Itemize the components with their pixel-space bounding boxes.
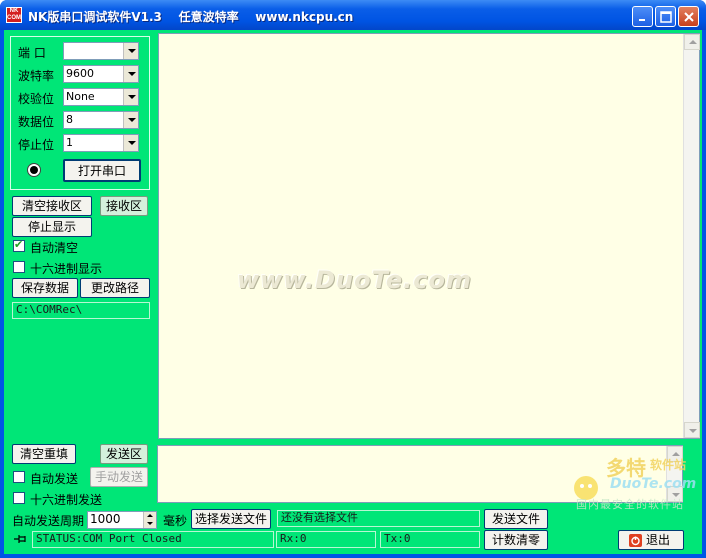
change-path-button[interactable]: 更改路径 [80,278,150,298]
brand-logo: 多特 软件站 DuoTe.com 国内最安全的软件站 [572,452,698,511]
maximize-button[interactable] [655,6,676,27]
reset-count-button[interactable]: 计数清零 [484,530,548,550]
stopbits-select[interactable]: 1 [63,134,139,152]
manual-send-button[interactable]: 手动发送 [90,467,148,487]
brand-slogan: 国内最安全的软件站 [576,498,684,511]
chevron-down-icon[interactable] [123,112,138,128]
auto-send-checkbox[interactable] [13,471,25,483]
stop-display-button[interactable]: 停止显示 [12,217,92,237]
parity-select[interactable]: None [63,88,139,106]
clear-receive-button[interactable]: 清空接收区 [12,196,92,216]
hex-display-checkbox[interactable] [13,261,25,273]
chevron-down-icon[interactable] [123,89,138,105]
chevron-down-icon[interactable] [123,66,138,82]
hex-send-checkbox[interactable] [13,492,25,504]
databits-select[interactable]: 8 [63,111,139,129]
receive-area-label: 接收区 [100,196,148,216]
ms-label: 毫秒 [163,514,188,528]
auto-clear-checkbox[interactable] [13,238,25,252]
save-data-button[interactable]: 保存数据 [12,278,78,298]
scroll-down-icon[interactable] [684,422,700,438]
chevron-down-icon[interactable] [123,135,138,151]
close-icon [684,12,694,22]
databits-label: 数据位 [18,115,55,129]
open-port-button[interactable]: 打开串口 [63,159,141,182]
clear-send-button[interactable]: 清空重填 [12,444,76,464]
brand-suffix: 软件站 [650,458,687,472]
file-status-field: 还没有选择文件 [277,510,480,527]
pin-icon [14,535,26,543]
exit-label: 退出 [645,533,670,547]
period-spinbox[interactable]: 1000 [87,511,157,529]
minimize-button[interactable] [632,6,653,27]
auto-clear-label: 自动清空 [30,241,79,255]
send-file-button[interactable]: 发送文件 [484,509,548,529]
brand-url: DuoTe.com [610,476,697,492]
port-label: 端 口 [18,46,46,60]
period-label: 自动发送周期 [12,514,85,528]
tx-counter: Tx:0 [380,531,480,548]
app-window: NK COM NK版串口调试软件V1.3 任意波特率 www.nkcpu.cn … [0,0,706,558]
port-status-indicator-icon [27,163,41,177]
hex-display-label: 十六进制显示 [30,262,103,276]
stopbits-label: 停止位 [18,138,55,152]
port-status-field: STATUS:COM Port Closed [32,531,274,548]
exit-button[interactable]: 退出 [618,530,684,550]
app-icon: NK COM [6,7,22,23]
port-select[interactable] [63,42,139,60]
parity-label: 校验位 [18,92,55,106]
baud-select[interactable]: 9600 [63,65,139,83]
hex-send-label: 十六进制发送 [30,493,103,507]
title-bar[interactable]: NK COM NK版串口调试软件V1.3 任意波特率 www.nkcpu.cn [0,0,706,30]
port-settings-panel: 端 口 波特率 9600 校验位 None 数据位 8 停止位 1 打开串口 [10,36,150,190]
watermark: www.DuoTe.com [237,266,472,294]
receive-scrollbar[interactable] [683,34,700,438]
send-area-label: 发送区 [100,444,148,464]
power-icon [629,534,642,547]
auto-send-label: 自动发送 [30,472,79,486]
close-button[interactable] [678,6,699,27]
maximize-icon [660,11,672,23]
spin-up-icon[interactable] [143,512,156,520]
spin-down-icon[interactable] [143,520,156,528]
choose-file-button[interactable]: 选择发送文件 [191,509,271,529]
baud-label: 波特率 [18,69,55,83]
rx-counter: Rx:0 [276,531,376,548]
save-path-field: C:\COMRec\ [12,302,150,319]
receive-textarea[interactable]: www.DuoTe.com [158,33,700,439]
chevron-down-icon[interactable] [123,43,138,59]
scroll-up-icon[interactable] [684,34,700,50]
window-title: NK版串口调试软件V1.3 任意波特率 www.nkcpu.cn [28,10,354,24]
minimize-icon [639,19,645,21]
